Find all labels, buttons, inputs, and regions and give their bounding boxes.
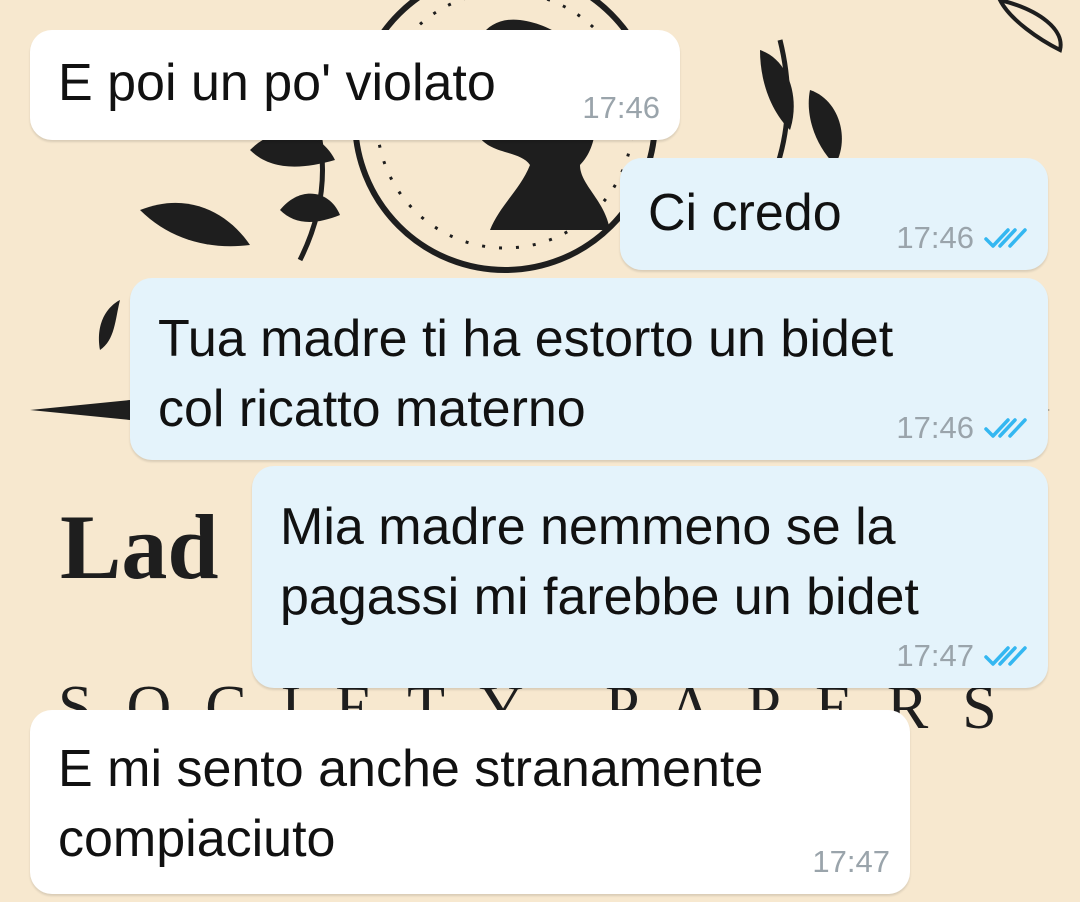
message-bubble-outgoing[interactable]: Tua madre ti ha estorto un bidet col ric… — [130, 278, 1048, 460]
message-meta: 17:46 — [582, 90, 660, 126]
message-text: E poi un po' violato — [58, 48, 496, 118]
message-time: 17:46 — [896, 410, 974, 445]
read-double-check-icon — [984, 646, 1027, 666]
message-bubble-outgoing[interactable]: Ci credo 17:46 — [620, 158, 1048, 270]
message-line: Ci credo — [648, 184, 842, 242]
message-line: Mia madre nemmeno se la — [280, 498, 896, 556]
message-time: 17:46 — [582, 90, 660, 125]
message-meta: 17:46 — [896, 220, 1028, 256]
message-line: pagassi mi farebbe un bidet — [280, 568, 919, 626]
message-line: compiaciuto — [58, 810, 336, 868]
message-text: Mia madre nemmeno se la pagassi mi fareb… — [280, 492, 919, 632]
message-time: 17:47 — [896, 638, 974, 673]
message-line: E poi un po' violato — [58, 54, 496, 112]
message-line: E mi sento anche stranamente — [58, 740, 764, 798]
message-time: 17:46 — [896, 220, 974, 255]
message-meta: 17:47 — [896, 638, 1028, 674]
message-bubble-incoming[interactable]: E mi sento anche stranamente compiaciuto… — [30, 710, 910, 894]
message-text: Tua madre ti ha estorto un bidet col ric… — [158, 304, 893, 444]
message-line: col ricatto materno — [158, 380, 586, 438]
message-text: E mi sento anche stranamente compiaciuto — [58, 734, 763, 874]
message-bubble-incoming[interactable]: E poi un po' violato 17:46 — [30, 30, 680, 140]
message-text: Ci credo — [648, 178, 842, 248]
read-double-check-icon — [984, 418, 1027, 438]
message-meta: 17:47 — [812, 844, 890, 880]
wallpaper-brand-text: Lad — [60, 496, 219, 598]
message-bubble-outgoing[interactable]: Mia madre nemmeno se la pagassi mi fareb… — [252, 466, 1048, 688]
message-meta: 17:46 — [896, 410, 1028, 446]
message-line: Tua madre ti ha estorto un bidet — [158, 310, 894, 368]
read-double-check-icon — [984, 228, 1027, 248]
message-time: 17:47 — [812, 844, 890, 879]
